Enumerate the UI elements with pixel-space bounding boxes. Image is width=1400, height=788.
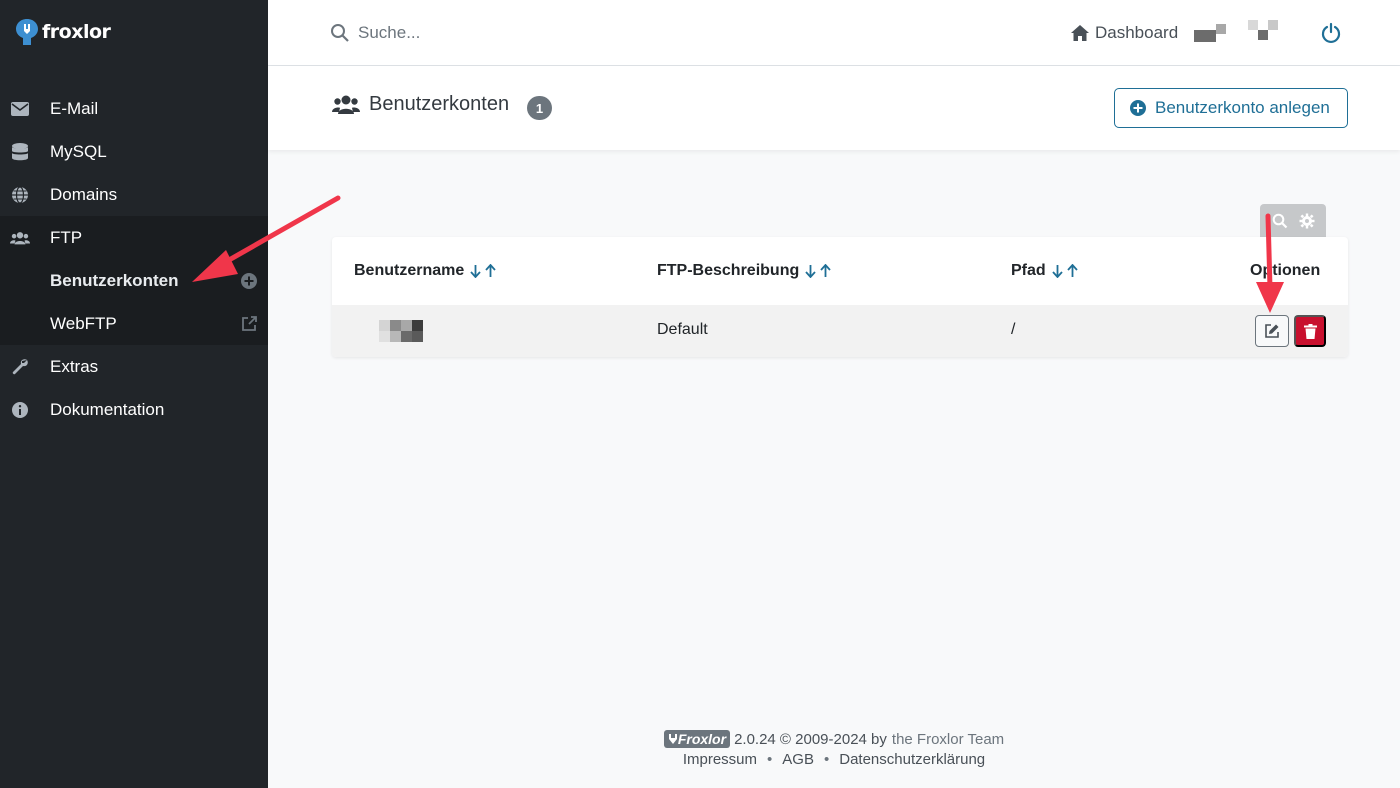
table-row: Default /	[332, 305, 1348, 357]
sidebar-item-extras[interactable]: Extras	[0, 345, 268, 388]
sidebar-subitem-webftp[interactable]: WebFTP	[0, 302, 268, 345]
add-account-label: Benutzerkonto anlegen	[1155, 98, 1330, 117]
dashboard-label: Dashboard	[1095, 23, 1179, 42]
username-redacted	[379, 320, 423, 342]
cell-description: Default	[657, 321, 708, 338]
external-link-icon	[240, 315, 258, 333]
separator: •	[767, 751, 773, 768]
brand-name: froxlor	[42, 21, 111, 43]
envelope-icon	[10, 99, 30, 119]
froxlor-logo-icon	[668, 734, 677, 744]
column-header-username: Benutzername	[354, 262, 496, 280]
sidebar-item-label: Domains	[50, 184, 118, 204]
sidebar-item-label: Extras	[50, 356, 99, 376]
sidebar-nav: E-Mail MySQL Domains FTP Benutzerkonten	[0, 87, 268, 431]
sort-down-icon[interactable]	[470, 264, 481, 278]
trash-icon	[1303, 323, 1317, 339]
search-input[interactable]	[358, 18, 758, 48]
sidebar-item-ftp[interactable]: FTP	[0, 216, 268, 259]
sidebar-item-label: FTP	[50, 227, 83, 247]
table-tools	[1260, 204, 1326, 238]
froxlor-logo-icon	[16, 19, 38, 45]
dashboard-link[interactable]: Dashboard	[1070, 20, 1178, 46]
sort-controls	[1052, 264, 1078, 278]
home-icon	[1071, 25, 1089, 41]
info-icon	[10, 400, 30, 420]
sort-down-icon[interactable]	[805, 264, 816, 278]
footer-logo: Froxlor	[663, 730, 731, 748]
sidebar-item-email[interactable]: E-Mail	[0, 87, 268, 130]
sidebar-item-label: WebFTP	[50, 313, 117, 333]
sort-controls	[805, 264, 831, 278]
edit-button[interactable]	[1255, 315, 1289, 347]
power-icon[interactable]	[1320, 22, 1342, 44]
footer-link-impressum[interactable]: Impressum	[683, 751, 757, 768]
separator: •	[823, 751, 830, 768]
sidebar-item-label: MySQL	[50, 141, 107, 161]
users-icon	[332, 95, 360, 114]
wrench-icon	[10, 357, 30, 377]
footer: Froxlor 2.0.24 © 2009-2024 by the Froxlo…	[268, 728, 1400, 768]
sidebar: froxlor E-Mail MySQL Domains FTP Benutze…	[0, 0, 268, 788]
ftp-submenu: Benutzerkonten WebFTP	[0, 259, 268, 345]
footer-team-link[interactable]: the Froxlor Team	[892, 731, 1004, 748]
column-header-path: Pfad	[1011, 262, 1078, 280]
ftp-accounts-table: Benutzername FTP-Beschreibung Pfad Optio…	[332, 237, 1348, 357]
sort-controls	[470, 264, 496, 278]
footer-link-datenschutz[interactable]: Datenschutzerklärung	[839, 751, 985, 768]
top-bar: Dashboard	[268, 0, 1400, 66]
sidebar-item-label: Benutzerkonten	[50, 270, 179, 290]
plus-circle-icon	[1130, 100, 1146, 116]
database-icon	[10, 142, 30, 162]
sort-down-icon[interactable]	[1052, 264, 1063, 278]
sort-up-icon[interactable]	[1067, 264, 1078, 278]
sort-up-icon[interactable]	[485, 264, 496, 278]
sidebar-item-domains[interactable]: Domains	[0, 173, 268, 216]
count-badge: 1	[527, 96, 552, 120]
search-icon	[331, 24, 349, 42]
gear-icon[interactable]	[1298, 212, 1316, 230]
table-header: Benutzername FTP-Beschreibung Pfad Optio…	[332, 237, 1348, 305]
globe-icon	[10, 185, 30, 205]
search-icon[interactable]	[1271, 212, 1289, 230]
column-header-options: Optionen	[1250, 262, 1321, 279]
sidebar-item-mysql[interactable]: MySQL	[0, 130, 268, 173]
add-account-button[interactable]: Benutzerkonto anlegen	[1114, 88, 1348, 128]
sidebar-item-dokumentation[interactable]: Dokumentation	[0, 388, 268, 431]
page-header: Benutzerkonten 1 Benutzerkonto anlegen	[268, 66, 1400, 150]
footer-version: 2.0.24 © 2009-2024 by	[734, 730, 887, 748]
edit-icon	[1265, 324, 1279, 338]
column-header-description: FTP-Beschreibung	[657, 262, 831, 280]
page-title: Benutzerkonten	[369, 93, 510, 115]
users-icon	[10, 228, 30, 248]
sort-up-icon[interactable]	[820, 264, 831, 278]
brand-logo[interactable]: froxlor	[14, 16, 111, 48]
cell-path: /	[1011, 321, 1016, 338]
footer-link-agb[interactable]: AGB	[782, 751, 814, 768]
sidebar-subitem-benutzerkonten[interactable]: Benutzerkonten	[0, 259, 268, 302]
delete-button[interactable]	[1294, 315, 1326, 347]
sidebar-item-label: Dokumentation	[50, 399, 165, 419]
plus-circle-icon[interactable]	[240, 272, 258, 290]
sidebar-item-label: E-Mail	[50, 98, 99, 118]
